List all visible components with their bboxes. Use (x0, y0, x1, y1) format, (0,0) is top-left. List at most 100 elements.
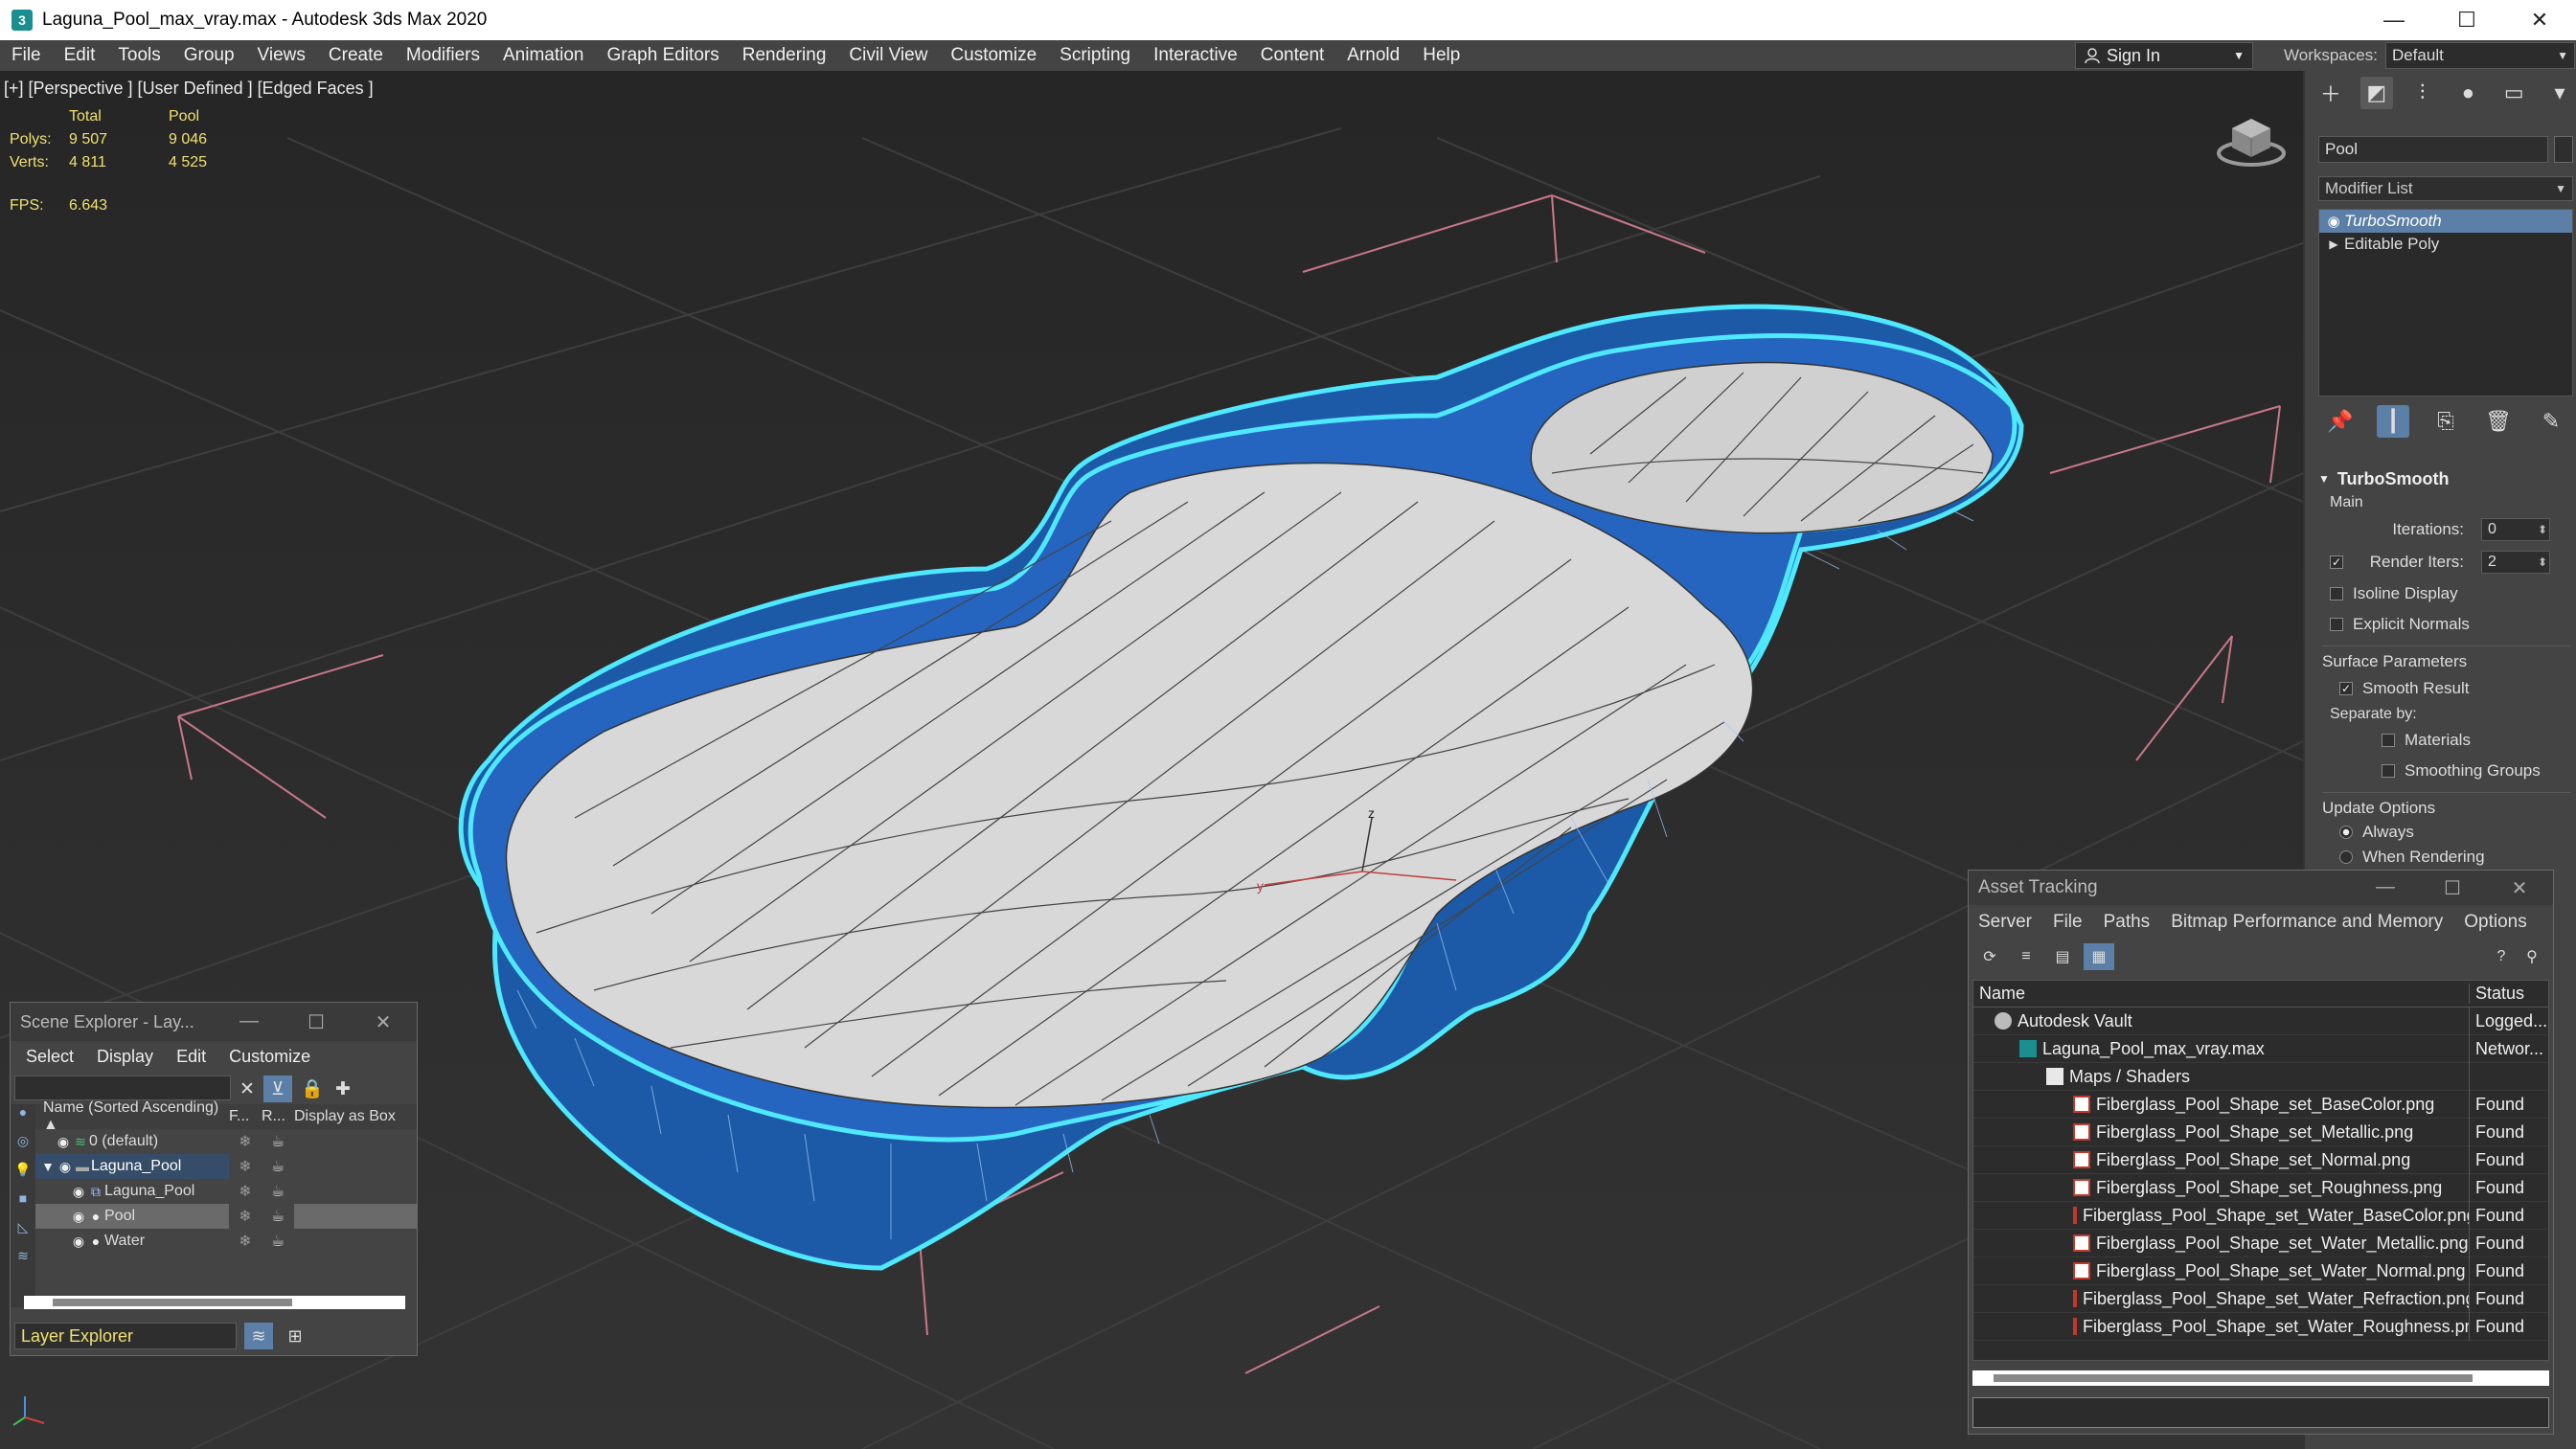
se-menu-edit[interactable]: Edit (176, 1047, 206, 1067)
turbosmooth-rollout-header[interactable]: ▼ TurboSmooth (2313, 465, 2571, 492)
lock-icon[interactable]: 🔒 (298, 1075, 327, 1102)
isoline-display-checkbox[interactable] (2330, 587, 2343, 600)
render-teapot-icon[interactable]: ☕ (262, 1132, 294, 1151)
explicit-normals-checkbox[interactable] (2330, 618, 2343, 631)
menu-rendering[interactable]: Rendering (731, 45, 838, 66)
asset-tracking-titlebar[interactable]: Asset Tracking — ☐ ✕ (1969, 871, 2553, 905)
configure-modifier-sets-icon[interactable]: ✎ (2535, 405, 2567, 438)
clear-search-icon[interactable]: ✕ (233, 1075, 262, 1102)
menu-edit[interactable]: Edit (53, 45, 107, 66)
menu-interactive[interactable]: Interactive (1142, 45, 1249, 66)
table-row[interactable]: Fiberglass_Pool_Shape_set_Water_Metallic… (1973, 1229, 2548, 1257)
shape-filter-icon[interactable]: ◎ (11, 1133, 35, 1162)
scrollbar-thumb[interactable] (1994, 1374, 2473, 1382)
menu-views[interactable]: Views (246, 45, 317, 66)
table-view-icon[interactable]: ▦ (2084, 943, 2114, 970)
refresh-icon[interactable]: ⟳ (1974, 943, 2005, 970)
spacewarp-filter-icon[interactable]: ≋ (11, 1248, 35, 1277)
materials-checkbox[interactable] (2382, 734, 2395, 747)
table-row[interactable]: Fiberglass_Pool_Shape_set_Water_Roughnes… (1973, 1312, 2548, 1341)
freeze-icon[interactable]: ❄ (229, 1232, 262, 1251)
when-rendering-row[interactable]: When Rendering (2322, 845, 2571, 870)
freeze-icon[interactable]: ❄ (229, 1207, 262, 1226)
sign-in-dropdown[interactable]: Sign In ▼ (2075, 42, 2253, 69)
eye-icon[interactable]: ◉ (70, 1209, 87, 1225)
freeze-icon[interactable]: ❄ (229, 1132, 262, 1151)
eye-icon[interactable]: ◉ (70, 1234, 87, 1250)
at-menu-options[interactable]: Options (2464, 912, 2526, 933)
explicit-normals-row[interactable]: Explicit Normals (2313, 609, 2571, 640)
modifier-list-dropdown[interactable]: Modifier List ▼ (2318, 176, 2573, 201)
menu-graph-editors[interactable]: Graph Editors (596, 45, 731, 66)
stack-item-turbosmooth[interactable]: ◉ TurboSmooth (2319, 210, 2572, 233)
smoothing-groups-row[interactable]: Smoothing Groups (2322, 756, 2571, 786)
table-row[interactable]: Maps / Shaders (1973, 1062, 2548, 1091)
menu-help[interactable]: Help (1411, 45, 1471, 66)
list-item[interactable]: ◉ ● Water ❄ ☕ (35, 1229, 417, 1254)
render-teapot-icon[interactable]: ☕ (262, 1157, 294, 1176)
freeze-icon[interactable]: ❄ (229, 1182, 262, 1201)
collapse-triangle-icon[interactable]: ▼ (2318, 472, 2330, 486)
table-row[interactable]: Fiberglass_Pool_Shape_set_Water_BaseColo… (1973, 1201, 2548, 1230)
se-search-input[interactable] (14, 1075, 231, 1100)
at-menu-paths[interactable]: Paths (2104, 912, 2151, 933)
table-row[interactable]: Fiberglass_Pool_Shape_set_Water_Normal.p… (1973, 1257, 2548, 1285)
se-menu-select[interactable]: Select (26, 1047, 74, 1067)
col-status-header[interactable]: Status (2470, 984, 2524, 1004)
table-row[interactable]: Fiberglass_Pool_Shape_set_Roughness.png … (1973, 1173, 2548, 1202)
helper-filter-icon[interactable]: ◺ (11, 1219, 35, 1248)
list-view-icon[interactable]: ≡ (2011, 943, 2041, 970)
workspace-dropdown[interactable]: Default ▼ (2384, 42, 2575, 69)
col-f-header[interactable]: F... (229, 1108, 262, 1125)
close-button[interactable]: ✕ (2503, 0, 2576, 40)
menu-arnold[interactable]: Arnold (1335, 45, 1411, 66)
asset-path-field[interactable] (1972, 1397, 2549, 1428)
list-item[interactable]: ▼ ◉ ▬ Laguna_Pool ❄ ☕ (35, 1154, 417, 1179)
create-tab-icon[interactable]: ＋ (2314, 77, 2347, 109)
object-color-swatch[interactable] (2554, 136, 2573, 163)
list-item[interactable]: ◉ ≋ 0 (default) ❄ ☕ (35, 1129, 417, 1154)
filter-icon[interactable]: ⊻ (263, 1075, 292, 1102)
camera-filter-icon[interactable]: ■ (11, 1190, 35, 1219)
utilities-tab-icon[interactable]: ▾ (2543, 77, 2576, 109)
sort-by-layer-icon[interactable]: ≋ (244, 1323, 273, 1349)
eye-icon[interactable]: ◉ (57, 1159, 74, 1175)
eye-icon[interactable]: ◉ (55, 1134, 72, 1150)
help-icon[interactable]: ? (2486, 943, 2517, 970)
close-button[interactable]: ✕ (2486, 876, 2553, 900)
minimize-button[interactable]: — (216, 1010, 283, 1034)
pin-stack-icon[interactable]: 📌 (2324, 405, 2357, 438)
scrollbar-thumb[interactable] (53, 1299, 292, 1306)
table-row[interactable]: Fiberglass_Pool_Shape_set_BaseColor.png … (1973, 1090, 2548, 1119)
render-iters-checkbox[interactable]: ✓ (2330, 555, 2343, 569)
menu-customize[interactable]: Customize (939, 45, 1048, 66)
sort-by-hierarchy-icon[interactable]: ⊞ (281, 1323, 309, 1349)
make-unique-icon[interactable]: ⎘ (2429, 405, 2462, 438)
list-item[interactable]: ◉ ● Pool ❄ ☕ (35, 1204, 417, 1229)
minimize-button[interactable]: — (2352, 876, 2419, 900)
hierarchy-tab-icon[interactable]: ⫶ (2406, 77, 2439, 109)
col-r-header[interactable]: R... (262, 1108, 294, 1125)
expand-arrow-icon[interactable]: ▶ (2323, 238, 2344, 251)
close-button[interactable]: ✕ (350, 1010, 417, 1034)
render-teapot-icon[interactable]: ☕ (262, 1182, 294, 1201)
col-name-header[interactable]: Name (1973, 984, 2470, 1004)
at-menu-server[interactable]: Server (1978, 912, 2032, 933)
stack-item-editable-poly[interactable]: ▶ Editable Poly (2319, 233, 2572, 256)
scene-explorer-titlebar[interactable]: Scene Explorer - Lay... — ☐ ✕ (11, 1003, 417, 1041)
always-row[interactable]: Always (2322, 820, 2571, 845)
modify-tab-icon[interactable]: ◩ (2359, 77, 2393, 109)
remove-modifier-icon[interactable]: 🗑 (2482, 405, 2515, 438)
at-menu-bitmap-performance[interactable]: Bitmap Performance and Memory (2171, 912, 2443, 933)
asset-horizontal-scrollbar[interactable] (1972, 1370, 2549, 1386)
when-rendering-radio[interactable] (2339, 850, 2353, 864)
freeze-icon[interactable]: ❄ (229, 1157, 262, 1176)
geometry-filter-icon[interactable]: ● (11, 1104, 35, 1133)
menu-modifiers[interactable]: Modifiers (395, 45, 491, 66)
explorer-type-dropdown[interactable]: Layer Explorer (14, 1323, 237, 1349)
object-name-field[interactable]: Pool (2318, 136, 2548, 163)
minimize-button[interactable]: — (2358, 0, 2430, 40)
table-row[interactable]: Fiberglass_Pool_Shape_set_Water_Refracti… (1973, 1284, 2548, 1313)
col-box-header[interactable]: Display as Box (294, 1108, 396, 1125)
collapse-triangle-icon[interactable]: ▼ (39, 1159, 57, 1174)
